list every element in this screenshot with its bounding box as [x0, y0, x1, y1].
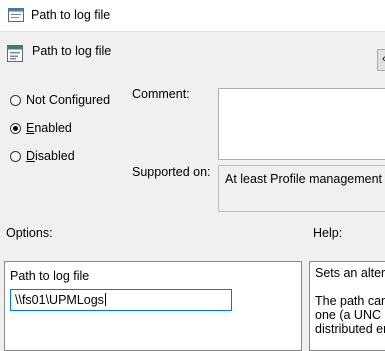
radio-circle-checked[interactable]: [10, 122, 21, 134]
supported-on-value: At least Profile management 2.0: [225, 172, 385, 186]
radio-circle[interactable]: [10, 94, 21, 106]
radio-circle[interactable]: [10, 150, 21, 162]
policy-setting-icon: [8, 8, 24, 22]
help-line: distributed environment: [315, 322, 385, 336]
radio-label-mnemonic: D: [26, 149, 36, 163]
window-title: Path to log file: [31, 8, 111, 22]
radio-disabled-label: Disabled: [26, 149, 75, 163]
radio-disabled[interactable]: Disabled: [10, 149, 75, 163]
policy-setting-icon: [7, 45, 23, 62]
help-line: Sets an alternative path: [315, 266, 385, 280]
comment-label: Comment:: [132, 87, 190, 101]
help-line: The path can be a local: [315, 294, 385, 308]
radio-label-text: nabled: [34, 121, 72, 135]
log-path-label: Path to log file: [10, 269, 90, 283]
help-section-label: Help:: [313, 226, 343, 240]
setting-title: Path to log file: [32, 44, 112, 58]
log-path-input[interactable]: \\fs01\UPMLogs: [10, 289, 232, 311]
radio-label-text: isabled: [35, 149, 75, 163]
radio-not-configured[interactable]: Not Configured: [10, 93, 110, 107]
title-bar: Path to log file: [0, 0, 385, 32]
supported-on-box: At least Profile management 2.0: [218, 165, 385, 212]
radio-enabled[interactable]: Enabled: [10, 121, 72, 135]
log-path-value: \\fs01\UPMLogs: [15, 293, 104, 307]
radio-not-configured-label: Not Configured: [26, 93, 110, 107]
supported-on-label: Supported on:: [132, 165, 211, 179]
radio-enabled-label: Enabled: [26, 121, 72, 135]
help-line: one (a UNC path): [315, 308, 385, 322]
help-pane: Sets an alternative path The path can be…: [309, 261, 385, 351]
options-section-label: Options:: [6, 226, 53, 240]
options-pane: Path to log file \\fs01\UPMLogs: [4, 261, 302, 351]
radio-label-text: Not Configured: [26, 93, 111, 107]
text-caret: [104, 293, 106, 306]
comment-textarea[interactable]: [218, 88, 385, 160]
previous-setting-button[interactable]: ‹: [377, 49, 385, 71]
